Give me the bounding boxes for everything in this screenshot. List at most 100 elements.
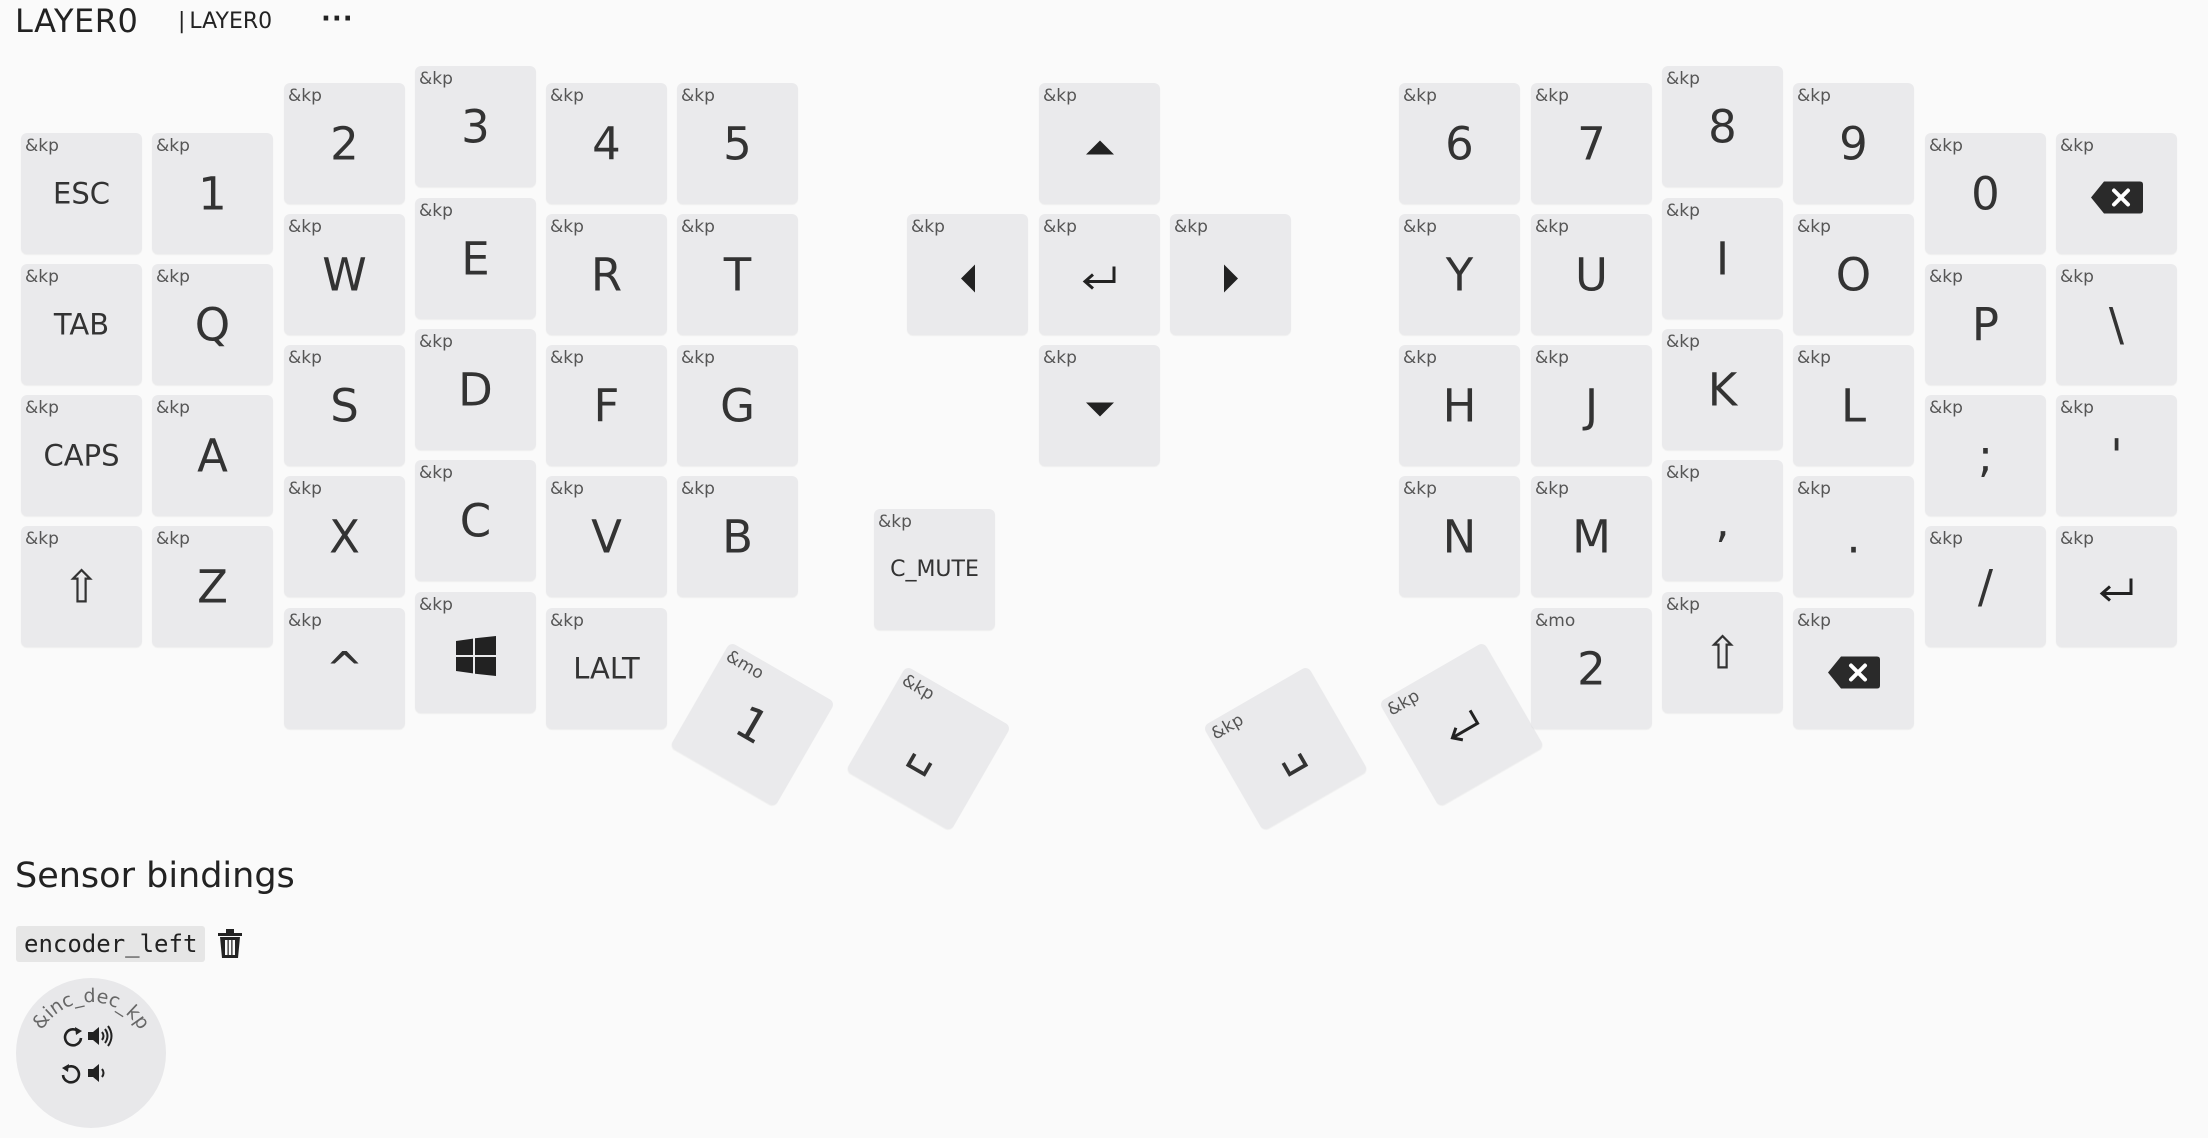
key-52[interactable]: &kp L bbox=[1793, 345, 1914, 466]
key-63[interactable]: &kp bbox=[1793, 608, 1914, 729]
key-3[interactable]: &kp 3 bbox=[415, 66, 536, 187]
key-13[interactable]: &kp A bbox=[152, 395, 273, 516]
key-43[interactable]: &kp Y bbox=[1399, 214, 1520, 335]
key-17[interactable]: &kp G bbox=[677, 345, 798, 466]
key-legend: E bbox=[461, 232, 490, 285]
key-35[interactable]: &kp ␣ bbox=[1202, 665, 1369, 832]
key-11[interactable]: &kp T bbox=[677, 214, 798, 335]
key-57[interactable]: &kp, bbox=[1662, 460, 1783, 581]
key-behavior: &kp bbox=[288, 217, 322, 237]
key-behavior: &kp bbox=[25, 136, 59, 156]
key-45[interactable]: &kp I bbox=[1662, 198, 1783, 319]
key-19[interactable]: &kp Z bbox=[152, 526, 273, 647]
key-33[interactable]: &kp bbox=[1039, 345, 1160, 466]
key-behavior: &kp bbox=[288, 611, 322, 631]
more-menu-button[interactable]: ··· bbox=[321, 4, 354, 34]
key-44[interactable]: &kp U bbox=[1531, 214, 1652, 335]
key-legend: 2 bbox=[1577, 642, 1606, 695]
encoder-binding[interactable]: &inc_dec_kp bbox=[16, 978, 166, 1128]
sensor-name: encoder_left bbox=[16, 926, 206, 962]
key-56[interactable]: &kp M bbox=[1531, 476, 1652, 597]
key-9[interactable]: &kp E bbox=[415, 198, 536, 319]
key-4[interactable]: &kp 4 bbox=[546, 83, 667, 204]
key-behavior: &kp bbox=[25, 529, 59, 549]
key-38[interactable]: &kp 7 bbox=[1531, 83, 1652, 204]
key-40[interactable]: &kp 9 bbox=[1793, 83, 1914, 204]
key-54[interactable]: &kp ' bbox=[2056, 395, 2177, 516]
key-behavior: &kp bbox=[1929, 398, 1963, 418]
key-47[interactable]: &kp P bbox=[1925, 264, 2046, 385]
key-5[interactable]: &kp 5 bbox=[677, 83, 798, 204]
key-48[interactable]: &kp \ bbox=[2056, 264, 2177, 385]
delete-sensor-button[interactable] bbox=[217, 929, 243, 963]
key-21[interactable]: &kp C bbox=[415, 460, 536, 581]
key-36[interactable]: &kp bbox=[1378, 641, 1545, 808]
key-29[interactable]: &kp bbox=[1039, 83, 1160, 204]
key-legend: ^ bbox=[325, 642, 364, 695]
key-46[interactable]: &kp O bbox=[1793, 214, 1914, 335]
layer-tab[interactable]: | LAYER0 bbox=[178, 9, 272, 34]
key-20[interactable]: &kp X bbox=[284, 476, 405, 597]
backspace-icon bbox=[1793, 646, 1914, 691]
key-31[interactable]: &kp bbox=[1039, 214, 1160, 335]
key-16[interactable]: &kp F bbox=[546, 345, 667, 466]
key-6[interactable]: &kp TAB bbox=[21, 264, 142, 385]
key-2[interactable]: &kp 2 bbox=[284, 83, 405, 204]
key-32[interactable]: &kp bbox=[1170, 214, 1291, 335]
key-18[interactable]: &kp ⇧ bbox=[21, 526, 142, 647]
tab-divider: | bbox=[178, 9, 186, 34]
key-53[interactable]: &kp; bbox=[1925, 395, 2046, 516]
key-28[interactable]: &kp ␣ bbox=[845, 665, 1012, 832]
key-legend: LALT bbox=[573, 651, 640, 685]
key-behavior: &kp bbox=[419, 332, 453, 352]
key-42[interactable]: &kp bbox=[2056, 133, 2177, 254]
key-behavior: &mo bbox=[722, 646, 768, 684]
key-behavior: &kp bbox=[1043, 348, 1077, 368]
key-61[interactable]: &mo 2 bbox=[1531, 608, 1652, 729]
key-behavior: &kp bbox=[419, 201, 453, 221]
key-1[interactable]: &kp 1 bbox=[152, 133, 273, 254]
key-behavior: &kp bbox=[1535, 86, 1569, 106]
key-legend: O bbox=[1835, 248, 1872, 301]
key-legend: I bbox=[1715, 232, 1730, 285]
key-34[interactable]: &kp C_MUTE bbox=[874, 509, 995, 630]
key-legend: ⇧ bbox=[1703, 626, 1742, 679]
key-behavior: &kp bbox=[156, 267, 190, 287]
key-behavior: &kp bbox=[419, 595, 453, 615]
key-behavior: &kp bbox=[550, 86, 584, 106]
key-behavior: &kp bbox=[2060, 398, 2094, 418]
key-30[interactable]: &kp bbox=[907, 214, 1028, 335]
key-behavior: &kp bbox=[1929, 136, 1963, 156]
key-51[interactable]: &kp K bbox=[1662, 329, 1783, 450]
key-behavior: &kp bbox=[1666, 69, 1700, 89]
key-legend: TAB bbox=[53, 307, 110, 341]
key-legend: ESC bbox=[53, 176, 110, 210]
key-49[interactable]: &kp H bbox=[1399, 345, 1520, 466]
key-behavior: &kp bbox=[1929, 529, 1963, 549]
key-24[interactable]: &kp ^ bbox=[284, 608, 405, 729]
key-26[interactable]: &kp LALT bbox=[546, 608, 667, 729]
key-62[interactable]: &kp ⇧ bbox=[1662, 592, 1783, 713]
key-59[interactable]: &kp / bbox=[1925, 526, 2046, 647]
key-12[interactable]: &kp CAPS bbox=[21, 395, 142, 516]
key-55[interactable]: &kp N bbox=[1399, 476, 1520, 597]
key-10[interactable]: &kp R bbox=[546, 214, 667, 335]
key-14[interactable]: &kp S bbox=[284, 345, 405, 466]
layer-tab-label: LAYER0 bbox=[189, 9, 273, 34]
key-7[interactable]: &kp Q bbox=[152, 264, 273, 385]
key-legend: N bbox=[1442, 510, 1477, 563]
key-60[interactable]: &kp bbox=[2056, 526, 2177, 647]
key-27[interactable]: &mo 1 bbox=[669, 641, 836, 808]
key-39[interactable]: &kp 8 bbox=[1662, 66, 1783, 187]
key-58[interactable]: &kp. bbox=[1793, 476, 1914, 597]
key-22[interactable]: &kp V bbox=[546, 476, 667, 597]
key-23[interactable]: &kp B bbox=[677, 476, 798, 597]
key-0[interactable]: &kp ESC bbox=[21, 133, 142, 254]
key-50[interactable]: &kp J bbox=[1531, 345, 1652, 466]
key-25[interactable]: &kp bbox=[415, 592, 536, 713]
key-37[interactable]: &kp 6 bbox=[1399, 83, 1520, 204]
key-41[interactable]: &kp 0 bbox=[1925, 133, 2046, 254]
key-15[interactable]: &kp D bbox=[415, 329, 536, 450]
key-legend: 1 bbox=[726, 694, 779, 755]
key-8[interactable]: &kp W bbox=[284, 214, 405, 335]
